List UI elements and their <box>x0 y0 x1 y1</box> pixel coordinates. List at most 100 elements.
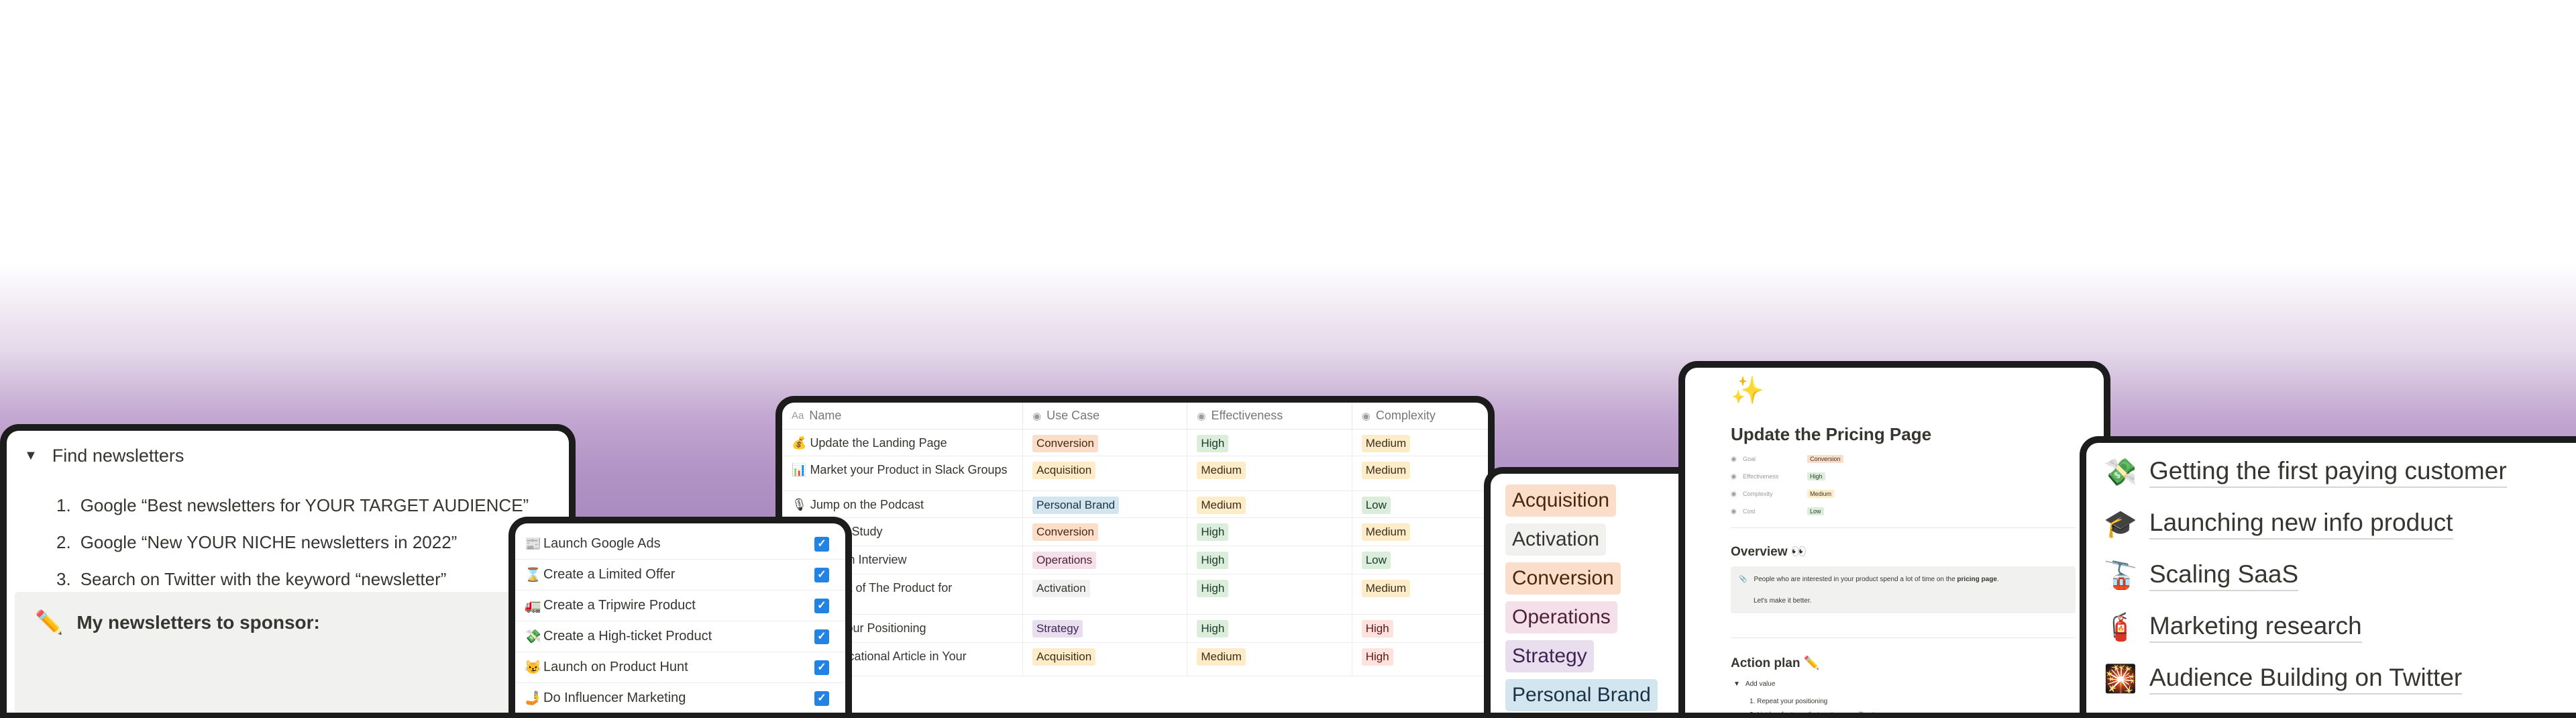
row-title: 🎙 <box>792 498 807 511</box>
column-header-complexity[interactable]: ◉ Complexity <box>1352 403 1488 429</box>
complexity-tag: High <box>1361 620 1393 637</box>
page-emoji-icon: 🧯 <box>2104 613 2137 642</box>
effectiveness-cell[interactable]: Medium <box>1187 456 1352 491</box>
complexity-cell[interactable]: Medium <box>1352 456 1488 491</box>
page-link[interactable]: 🎇 Audience Building on Twitter <box>2104 663 2463 695</box>
complexity-cell[interactable]: Low <box>1352 491 1488 517</box>
use-case-tag: Operations <box>1032 552 1097 569</box>
property-value[interactable]: Low <box>1807 507 1824 515</box>
property-row: ◉ Complexity Medium <box>1731 490 1835 498</box>
effectiveness-cell[interactable]: High <box>1187 574 1352 614</box>
list-number: 2. <box>56 532 71 552</box>
row-title-text: Jump on the Podcast <box>810 498 924 511</box>
column-header-name[interactable]: Aa Name <box>782 403 1024 429</box>
add-value-toggle[interactable]: ▼ Add value <box>1733 680 1775 688</box>
complexity-cell[interactable]: Medium <box>1352 429 1488 456</box>
table-row[interactable]: 📊 Market your Product in Slack Groups Acq… <box>782 456 1488 491</box>
property-value[interactable]: Medium <box>1807 490 1835 498</box>
item-emoji-icon: ⌛ <box>525 568 541 582</box>
property-value[interactable]: High <box>1807 472 1825 480</box>
item-emoji-icon: 🤳 <box>525 691 541 706</box>
checklist-item: 🚛 Create a Tripwire Product ✓ <box>515 591 845 621</box>
effectiveness-tag: High <box>1197 435 1229 452</box>
checkbox[interactable]: ✓ <box>814 629 829 644</box>
checkbox[interactable]: ✓ <box>814 536 829 552</box>
effectiveness-cell[interactable]: Medium <box>1187 491 1352 517</box>
effectiveness-cell[interactable]: High <box>1187 429 1352 456</box>
complexity-tag: Medium <box>1361 523 1411 541</box>
checklist-card: 📰 Launch Google Ads ✓ ⌛ Create a Limited Off… <box>508 517 852 718</box>
effectiveness-cell[interactable]: High <box>1187 546 1352 574</box>
table-row[interactable]: 🎯 mine Your PositioningStrategyHighHigh <box>782 615 1488 643</box>
use-case-tag: Conversion <box>1032 435 1098 452</box>
complexity-cell[interactable]: High <box>1352 615 1488 642</box>
toggle-triangle-icon[interactable]: ▼ <box>24 448 38 464</box>
name-cell[interactable]: 💰 Update the Landing Page <box>782 429 1023 456</box>
use-case-cell[interactable]: Acquisition <box>1023 456 1188 491</box>
use-case-cell[interactable]: Conversion <box>1023 429 1188 456</box>
use-case-tag: Conversion <box>1032 523 1098 541</box>
table-row[interactable]: 📝 a Case StudyConversionHighMedium <box>782 518 1488 546</box>
tag-option[interactable]: Conversion <box>1505 562 1621 595</box>
property-label: Goal <box>1743 456 1756 462</box>
list-text: Google “New YOUR NICHE newsletters in 20… <box>80 532 458 552</box>
effectiveness-cell[interactable]: High <box>1187 615 1352 642</box>
table-row[interactable]: 🧩 the Part of The Product forActivationH… <box>782 574 1488 615</box>
tag-option[interactable]: Strategy <box>1505 640 1594 672</box>
use-case-cell[interactable]: Activation <box>1023 574 1188 614</box>
name-cell[interactable]: 🎙 Jump on the Podcast <box>782 491 1023 517</box>
tag-option[interactable]: Personal Brand <box>1505 679 1658 711</box>
complexity-tag: High <box>1361 648 1393 666</box>
use-case-cell[interactable]: Personal Brand <box>1023 491 1188 517</box>
newsletters-card: ▼ Find newsletters 1. Google “Best newsl… <box>0 424 576 718</box>
use-case-tag: Activation <box>1032 580 1090 597</box>
effectiveness-tag: High <box>1197 523 1229 541</box>
table-row[interactable]: 🎙 Jump on the Podcast Personal Brand Mediu… <box>782 491 1488 518</box>
effectiveness-tag: Medium <box>1197 497 1246 514</box>
page-list-card: 💸 Getting the first paying customer 🎓 Launc… <box>2080 436 2576 718</box>
complexity-tag: Low <box>1361 552 1391 569</box>
page-link[interactable]: 🚡 Scaling SaaS <box>2104 560 2299 591</box>
name-cell[interactable]: 📊 Market your Product in Slack Groups <box>782 456 1023 491</box>
find-newsletters-toggle[interactable]: ▼ Find newsletters <box>24 446 184 466</box>
tag-option[interactable]: Activation <box>1505 523 1607 556</box>
effectiveness-cell[interactable]: High <box>1187 518 1352 546</box>
tag-option[interactable]: Acquisition <box>1505 484 1617 517</box>
complexity-cell[interactable]: Low <box>1352 546 1488 574</box>
property-value[interactable]: Conversion <box>1807 455 1843 463</box>
toggle-triangle-icon[interactable]: ▼ <box>1733 680 1740 688</box>
checkbox[interactable]: ✓ <box>814 567 829 582</box>
column-header-use-case[interactable]: ◉ Use Case <box>1023 403 1188 429</box>
checkbox[interactable]: ✓ <box>814 598 829 613</box>
property-icon: ◉ <box>1731 507 1737 515</box>
checklist-item: 📰 Launch Google Ads ✓ <box>515 529 845 560</box>
use-case-cell[interactable]: Conversion <box>1023 518 1188 546</box>
property-row: ◉ Effectiveness High <box>1731 472 1825 480</box>
page-link[interactable]: 💸 Getting the first paying customer <box>2104 456 2507 488</box>
use-case-cell[interactable]: Strategy <box>1023 615 1188 642</box>
complexity-cell[interactable]: Medium <box>1352 574 1488 614</box>
table-row[interactable]: 📚 an Educational Article in YourAcquisit… <box>782 643 1488 676</box>
tag-option[interactable]: Operations <box>1505 601 1617 633</box>
complexity-tag: Medium <box>1361 580 1411 597</box>
item-emoji-icon: 🚛 <box>525 599 541 613</box>
column-header-effectiveness[interactable]: ◉ Effectiveness <box>1187 403 1352 429</box>
property-label: Effectiveness <box>1743 473 1779 480</box>
table-row[interactable]: 💰 Update the Landing Page Conversion High M… <box>782 429 1488 456</box>
page-link[interactable]: 🧯 Marketing research <box>2104 611 2362 643</box>
complexity-cell[interactable]: Medium <box>1352 518 1488 546</box>
paperclip-icon: 📎 <box>1739 576 1748 583</box>
effectiveness-cell[interactable]: Medium <box>1187 643 1352 676</box>
use-case-cell[interactable]: Operations <box>1023 546 1188 574</box>
item-emoji-icon: 📰 <box>525 537 541 552</box>
page-link[interactable]: 🎓 Launching new info product <box>2104 508 2453 540</box>
checkbox[interactable]: ✓ <box>814 690 829 706</box>
page-preview-card: ✨ Update the Pricing Page ◉ Goal Conversio… <box>1678 361 2110 718</box>
toggle-label: Find newsletters <box>52 446 184 466</box>
checkbox[interactable]: ✓ <box>814 660 829 675</box>
sparkles-icon[interactable]: ✨ <box>1731 374 1764 406</box>
complexity-cell[interactable]: High <box>1352 643 1488 676</box>
table-row[interactable]: 🎤 Problem InterviewOperationsHighLow <box>782 546 1488 574</box>
row-title: 📊 <box>792 463 807 476</box>
use-case-cell[interactable]: Acquisition <box>1023 643 1188 676</box>
